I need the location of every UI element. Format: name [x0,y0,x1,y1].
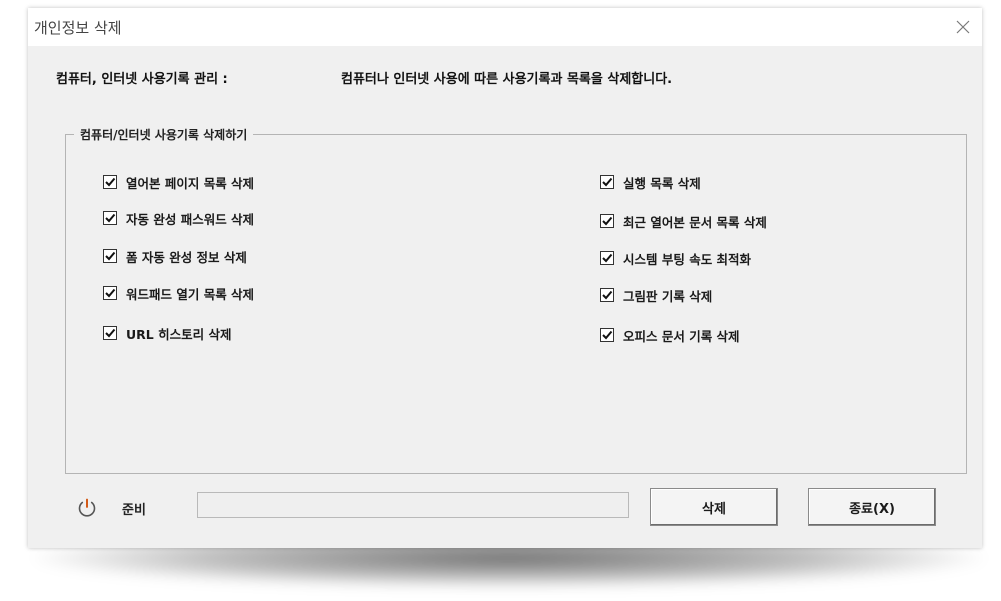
progress-bar [197,492,629,518]
checkmark-icon [105,251,116,261]
checkmark-icon [602,216,613,226]
option-checkbox[interactable]: 자동 완성 패스워드 삭제 [103,209,254,227]
option-checkbox[interactable]: 실행 목록 삭제 [600,173,701,191]
close-button[interactable] [948,12,978,42]
checkbox-box[interactable] [600,288,614,302]
checkmark-icon [602,253,613,263]
checkmark-icon [602,330,613,340]
power-icon [76,497,98,523]
option-checkbox[interactable]: URL 히스토리 삭제 [103,324,231,342]
checkbox-box[interactable] [103,175,117,189]
delete-button[interactable]: 삭제 [650,488,778,526]
exit-button[interactable]: 종료(X) [808,488,936,526]
checkmark-icon [105,288,116,298]
option-checkbox[interactable]: 워드패드 열기 목록 삭제 [103,284,254,302]
checkmark-icon [105,328,116,338]
checkbox-box[interactable] [600,214,614,228]
option-checkbox[interactable]: 최근 열어본 문서 목록 삭제 [600,212,767,230]
option-checkbox[interactable]: 폼 자동 완성 정보 삭제 [103,247,247,265]
option-checkbox[interactable]: 시스템 부팅 속도 최적화 [600,249,751,267]
status-text: 준비 [122,503,146,518]
checkbox-box[interactable] [600,251,614,265]
close-icon [956,20,970,34]
checkbox-label: 열어본 페이지 목록 삭제 [126,175,255,191]
checkbox-box[interactable] [103,211,117,225]
checkbox-label: URL 히스토리 삭제 [126,326,232,342]
checkbox-label: 실행 목록 삭제 [623,175,701,191]
checkbox-label: 자동 완성 패스워드 삭제 [126,211,255,227]
title-bar: 개인정보 삭제 [28,8,982,46]
checkbox-label: 그림판 기록 삭제 [623,288,713,304]
header-label: 컴퓨터, 인터넷 사용기록 관리 : [56,72,228,87]
option-checkbox[interactable]: 열어본 페이지 목록 삭제 [103,173,254,191]
checkmark-icon [105,213,116,223]
checkmark-icon [602,290,613,300]
checkmark-icon [602,177,613,187]
privacy-delete-dialog: 개인정보 삭제 컴퓨터, 인터넷 사용기록 관리 : 컴퓨터나 인터넷 사용에 … [28,8,982,548]
checkmark-icon [105,177,116,187]
header-description: 컴퓨터나 인터넷 사용에 따른 사용기록과 목록을 삭제합니다. [341,72,673,87]
window-title: 개인정보 삭제 [34,19,122,37]
checkbox-label: 폼 자동 완성 정보 삭제 [126,249,247,265]
options-group-legend: 컴퓨터/인터넷 사용기록 삭제하기 [74,126,254,143]
option-checkbox[interactable]: 오피스 문서 기록 삭제 [600,326,740,344]
checkbox-box[interactable] [103,249,117,263]
checkbox-box[interactable] [103,326,117,340]
option-checkbox[interactable]: 그림판 기록 삭제 [600,286,712,304]
checkbox-label: 시스템 부팅 속도 최적화 [623,251,752,267]
checkbox-box[interactable] [600,175,614,189]
checkbox-label: 오피스 문서 기록 삭제 [623,328,740,344]
checkbox-label: 최근 열어본 문서 목록 삭제 [623,214,767,230]
checkbox-box[interactable] [103,286,117,300]
checkbox-label: 워드패드 열기 목록 삭제 [126,286,255,302]
checkbox-box[interactable] [600,328,614,342]
